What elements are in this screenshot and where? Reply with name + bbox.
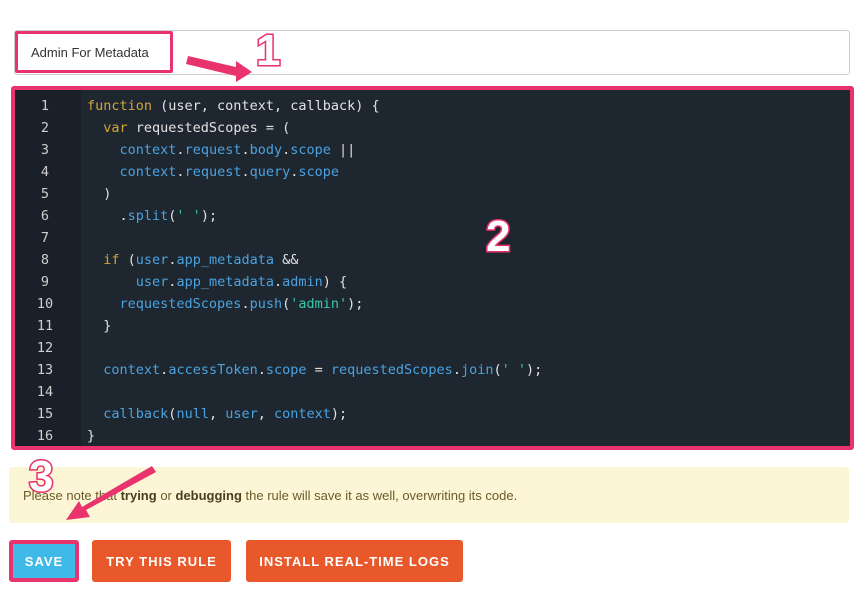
line-number: 16 xyxy=(36,428,54,444)
line-number: 8 xyxy=(40,252,50,268)
line-number: 7 xyxy=(40,230,50,246)
code-line: 6 .split(' '); xyxy=(15,208,850,230)
line-number: 11 xyxy=(36,318,54,334)
code-line: 3 context.request.body.scope || xyxy=(15,142,850,164)
callout-number-3: 3 xyxy=(27,451,55,503)
line-number: 15 xyxy=(36,406,54,422)
code-line: 7 xyxy=(15,230,850,252)
save-warning-notice: Please note that trying or debugging the… xyxy=(9,467,849,523)
line-number: 14 xyxy=(36,384,54,400)
line-number: 10 xyxy=(36,296,54,312)
line-number: 9 xyxy=(40,274,50,290)
code-line: 2 var requestedScopes = ( xyxy=(15,120,850,142)
save-button[interactable]: SAVE xyxy=(9,540,79,582)
code-line: 13 context.accessToken.scope = requested… xyxy=(15,362,850,384)
line-number: 3 xyxy=(40,142,50,158)
line-number: 5 xyxy=(40,186,50,202)
code-line: 4 context.request.query.scope xyxy=(15,164,850,186)
line-number: 2 xyxy=(40,120,50,136)
rule-name-value[interactable]: Admin For Metadata xyxy=(15,31,173,73)
line-number: 13 xyxy=(36,362,54,378)
code-line: 15 callback(null, user, context); xyxy=(15,406,850,428)
line-number: 6 xyxy=(40,208,50,224)
line-number: 4 xyxy=(40,164,50,180)
try-rule-button[interactable]: TRY THIS RULE xyxy=(92,540,231,582)
install-logs-button[interactable]: INSTALL REAL-TIME LOGS xyxy=(246,540,463,582)
code-line: 14 xyxy=(15,384,850,406)
code-line: 12 xyxy=(15,340,850,362)
code-line: 8 if (user.app_metadata && xyxy=(15,252,850,274)
code-line: 11 } xyxy=(15,318,850,340)
code-line: 16} xyxy=(15,428,850,446)
line-number: 12 xyxy=(36,340,54,356)
code-line: 5 ) xyxy=(15,186,850,208)
code-editor[interactable]: 1 function (user, context, callback) { 2 … xyxy=(11,86,854,450)
code-line: 1 function (user, context, callback) { xyxy=(15,98,850,120)
notice-text: Please note that trying or debugging the… xyxy=(23,487,518,503)
code-line: 9 user.app_metadata.admin) { xyxy=(15,274,850,296)
callout-number-1: 1 xyxy=(254,25,282,77)
code-lines: 1 function (user, context, callback) { 2 … xyxy=(15,98,850,446)
code-line: 10 requestedScopes.push('admin'); xyxy=(15,296,850,318)
line-number: 1 xyxy=(40,98,50,114)
callout-number-2: 2 xyxy=(484,211,512,263)
